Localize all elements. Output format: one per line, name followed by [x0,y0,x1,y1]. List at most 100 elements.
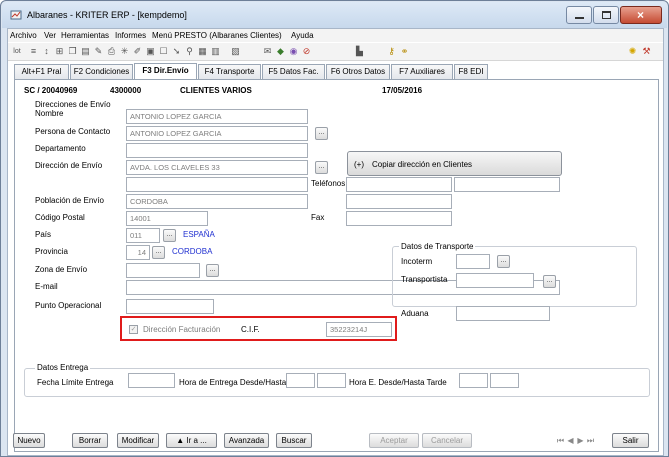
cif-field[interactable]: 35223214J [326,322,392,337]
carrier-field[interactable] [456,273,534,288]
menu-archivo[interactable]: Archivo [10,31,37,40]
filter-icon[interactable]: ≡ [28,46,39,57]
new-button[interactable]: Nuevo [13,433,45,448]
grid-icon[interactable]: ▧ [230,46,241,57]
op-point-field[interactable] [126,299,214,314]
close-icon: × [637,8,645,22]
cancel-button[interactable]: Cancelar [422,433,472,448]
delete-button[interactable]: Borrar [72,433,108,448]
zone-field[interactable] [126,263,200,278]
delivery-to-field[interactable] [317,373,346,388]
arrow-icon[interactable]: ➘ [171,46,182,57]
close-button[interactable]: × [620,6,662,24]
key-icon[interactable]: ⚷ [386,46,397,57]
goto-button[interactable]: ▲ Ir a ... [166,433,217,448]
country-code-field[interactable]: 011 [126,228,160,243]
tab-condiciones[interactable]: F2 Condiciones [70,64,133,79]
menu-presto[interactable]: Menú PRESTO (Albaranes Clientes) [152,31,282,40]
carrier-label: Transportista [401,275,448,284]
last-record-icon[interactable]: ⏭ [586,435,595,446]
copy-address-icon: (+) [354,160,364,169]
tab-datos-fac[interactable]: F5 Datos Fac. [262,64,325,79]
billing-address-checkbox[interactable]: ✓ [129,325,138,334]
paste-icon[interactable]: ▤ [80,46,91,57]
attach-icon[interactable]: ⚭ [399,46,410,57]
next-record-icon[interactable]: ▶ [576,435,585,446]
first-record-icon[interactable]: ⏮ [556,435,565,446]
city-extra-field[interactable] [346,194,452,209]
table-icon[interactable]: ▥ [210,46,221,57]
tab-principal[interactable]: Alt+F1 Pral [14,64,69,79]
contact-lookup-button[interactable]: ... [315,127,328,140]
country-lookup-button[interactable]: ... [163,229,176,242]
app-icon [10,10,22,20]
menu-ayuda[interactable]: Ayuda [291,31,314,40]
doc-icon[interactable]: ▣ [145,46,156,57]
phone2-field[interactable] [454,177,560,192]
bulb-icon[interactable]: ✺ [627,46,638,57]
lot-icon[interactable]: lot [10,46,24,57]
country-name[interactable]: ESPAÑA [183,230,215,239]
tab-dir-envio[interactable]: F3 Dir.Envío [134,63,197,80]
pin-icon[interactable]: ⚲ [184,46,195,57]
incoterm-field[interactable] [456,254,490,269]
department-field[interactable] [126,143,308,158]
merge-icon[interactable]: ⊞ [54,46,65,57]
city-field[interactable]: CORDOBA [126,194,308,209]
phone1-field[interactable] [346,177,452,192]
address-field[interactable]: AVDA. LOS CLAVELES 33 [126,160,308,175]
country-label: País [35,230,52,239]
tab-auxiliares[interactable]: F7 Auxiliares [391,64,453,79]
name-label: Nombre [35,109,64,118]
late-to-field[interactable] [490,373,519,388]
minimize-button[interactable] [566,6,592,24]
carrier-lookup-button[interactable]: ... [543,275,556,288]
edit-icon[interactable]: ✎ [93,46,104,57]
fax-field[interactable] [346,211,452,226]
accept-button[interactable]: Aceptar [369,433,419,448]
province-label: Provincia [35,247,68,256]
menu-informes[interactable]: Informes [115,31,146,40]
search-button[interactable]: Buscar [276,433,312,448]
postal-field[interactable]: 14001 [126,211,208,226]
prev-record-icon[interactable]: ◀ [566,435,575,446]
tab-otros-datos[interactable]: F6 Otros Datos [326,64,390,79]
late-from-field[interactable] [459,373,488,388]
sort-icon[interactable]: ↕ [41,46,52,57]
customs-field[interactable] [456,306,550,321]
address-lookup-button[interactable]: ... [315,161,328,174]
name-field[interactable]: ANTONIO LOPEZ GARCIA [126,109,308,124]
maximize-button[interactable] [593,6,619,24]
modify-button[interactable]: Modificar [117,433,159,448]
tab-edi[interactable]: F8 EDI [454,64,488,79]
advanced-search-button[interactable]: Avanzada [224,433,269,448]
cancel-icon[interactable]: ⊘ [301,46,312,57]
mail-icon[interactable]: ✉ [262,46,273,57]
zone-lookup-button[interactable]: ... [206,264,219,277]
address2-field[interactable] [126,177,308,192]
cif-label: C.I.F. [241,325,260,334]
print-icon[interactable]: ⎙ [106,46,117,57]
province-name[interactable]: CORDOBA [172,247,212,256]
province-lookup-button[interactable]: ... [152,246,165,259]
incoterm-lookup-button[interactable]: ... [497,255,510,268]
calc-icon[interactable]: ▦ [197,46,208,57]
star-icon[interactable]: ✳ [119,46,130,57]
tools-icon[interactable]: ⚒ [641,46,652,57]
exit-button[interactable]: Salir [612,433,649,448]
limit-date-field[interactable] [128,373,175,388]
contact-field[interactable]: ANTONIO LOPEZ GARCIA [126,126,308,141]
delivery-from-field[interactable] [286,373,315,388]
brush-icon[interactable]: ✐ [132,46,143,57]
menu-ver[interactable]: Ver [44,31,56,40]
group-icon[interactable]: ◆ [275,46,286,57]
eye-icon[interactable]: ◉ [288,46,299,57]
doc-number: SC / 20040969 [24,86,78,95]
chart-icon[interactable]: ▙ [354,46,365,57]
copy-icon[interactable]: ❐ [67,46,78,57]
province-code-field[interactable]: 14 [126,245,150,260]
rect-icon[interactable]: ☐ [158,46,169,57]
menu-herramientas[interactable]: Herramientas [61,31,109,40]
tab-transporte[interactable]: F4 Transporte [198,64,261,79]
copy-address-button[interactable]: (+) Copiar dirección en Clientes [347,151,562,176]
